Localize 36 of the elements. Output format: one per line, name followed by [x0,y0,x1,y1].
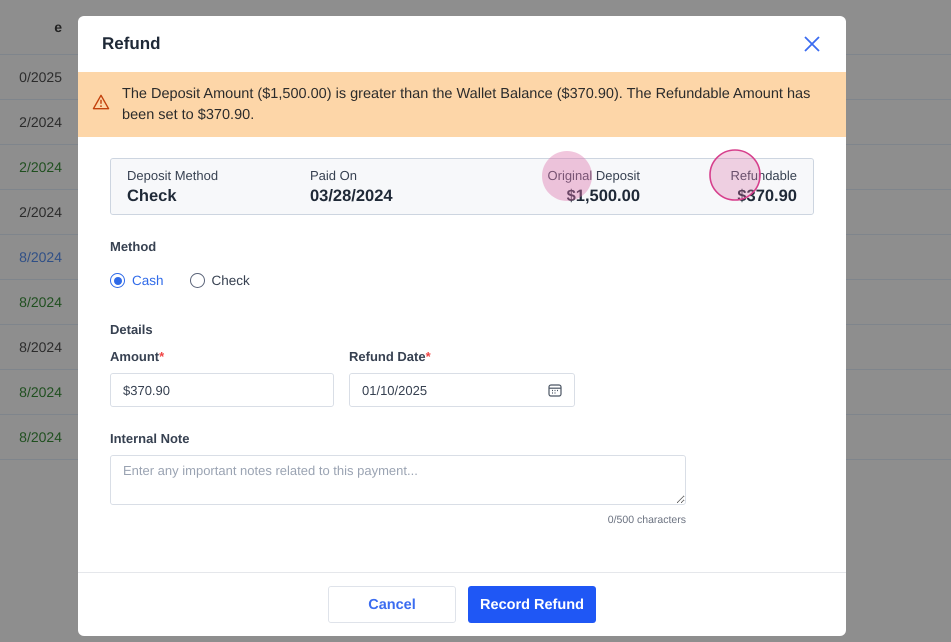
table-cell-text: 8/2024 [18,429,63,445]
section-label: Details [110,322,154,337]
table-cell-text: 8/2024 [18,339,63,355]
table-cell-text: 8/2024 [18,384,63,400]
field-label: Refund Date* [349,349,432,364]
warning-icon [92,94,110,110]
radio-label[interactable]: Check [212,273,250,288]
radio-button[interactable] [190,273,205,288]
summary-value: $1,500.00 [566,186,640,206]
warning-message: The Deposit Amount ($1,500.00) is greater than the Wallet Balance ($370.90). The Refundable Amount has been set to $370.90. [122,85,812,125]
radio-label[interactable]: Cash [132,273,164,288]
record-refund-button[interactable]: Record Refund [468,586,596,623]
character-counter: 0/500 characters [606,514,686,526]
table-cell-text: 8/2024 [18,249,63,265]
column-header: e [53,19,63,35]
summary-label: Original Deposit [548,168,640,182]
table-cell-text: 0/2025 [18,69,63,85]
radio-button[interactable] [110,273,125,288]
note-field[interactable]: Enter any important notes related to this payment... [110,455,686,505]
calendar-icon[interactable] [548,383,562,397]
cancel-button[interactable]: Cancel [328,586,456,623]
field-label: Internal Note [110,431,190,446]
table-cell-text: 2/2024 [18,159,63,175]
table-cell-text: 8/2024 [18,294,63,310]
close-icon[interactable] [802,34,822,54]
amount-field[interactable]: $370.90 [110,373,334,407]
field-label: Amount* [110,349,166,364]
summary-label: Deposit Method [127,168,220,182]
summary-value: 03/28/2024 [310,186,394,206]
table-cell-text: 2/2024 [18,204,63,220]
date-field[interactable]: 01/10/2025 [349,373,575,407]
summary-label: Paid On [310,168,358,182]
summary-value: Check [127,186,178,206]
dialog-title: Refund [102,34,161,54]
section-label: Method [110,239,158,254]
table-cell-text: 2/2024 [18,114,63,130]
